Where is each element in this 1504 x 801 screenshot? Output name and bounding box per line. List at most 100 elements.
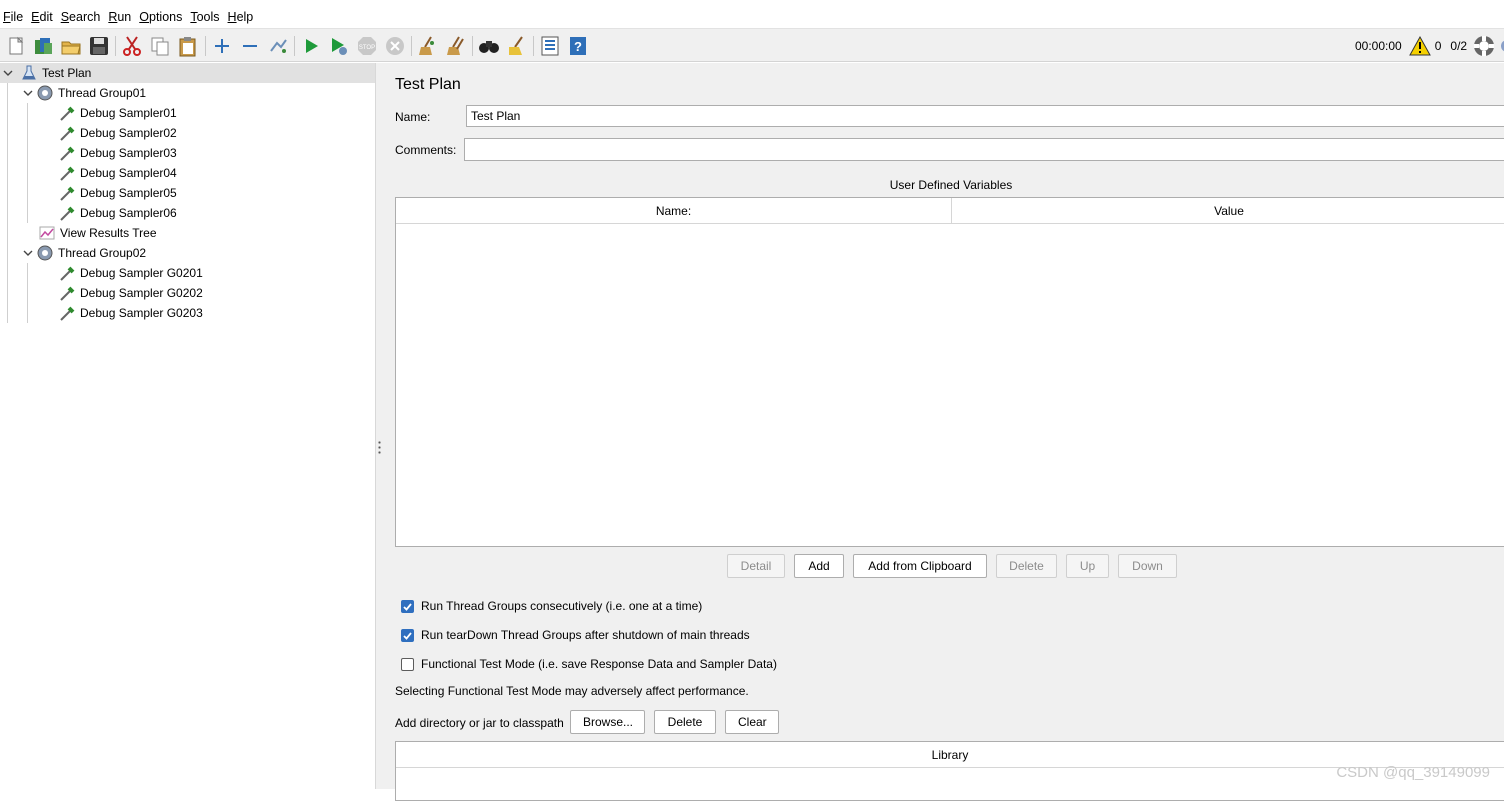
svg-text:STOP: STOP	[359, 45, 375, 51]
tree-label: Debug Sampler02	[80, 126, 177, 140]
reset-search-icon[interactable]	[505, 34, 529, 58]
svg-text:?: ?	[574, 39, 582, 54]
menu-edit-mnemonic: E	[31, 10, 40, 24]
classpath-label: Add directory or jar to classpath	[395, 716, 564, 730]
tree-label: Debug Sampler03	[80, 146, 177, 160]
tree-label: Thread Group02	[58, 246, 147, 260]
tree-label: Debug Sampler G0201	[80, 266, 203, 280]
tree-node-thread-group01[interactable]: Thread Group01	[20, 83, 146, 103]
menu-file-label: ile	[10, 10, 24, 24]
chevron-down-icon[interactable]	[20, 83, 36, 103]
run-consecutively-checkbox[interactable]: Run Thread Groups consecutively (i.e. on…	[401, 599, 702, 613]
help-icon[interactable]: ?	[566, 34, 590, 58]
menu-file-mnemonic: F	[3, 10, 11, 24]
column-header-value[interactable]: Value	[952, 198, 1504, 224]
elapsed-timer: 00:00:00	[1355, 39, 1402, 53]
menu-file[interactable]: File	[3, 10, 23, 24]
tree-node-debug-sampler-g0202[interactable]: Debug Sampler G0202	[58, 283, 203, 303]
copy-icon[interactable]	[148, 34, 172, 58]
tree-node-debug-sampler05[interactable]: Debug Sampler05	[58, 183, 177, 203]
tree-node-debug-sampler-g0201[interactable]: Debug Sampler G0201	[58, 263, 203, 283]
functional-test-mode-checkbox[interactable]: Functional Test Mode (i.e. save Response…	[401, 657, 777, 671]
toolbar-separator	[472, 36, 473, 56]
variables-table[interactable]: Name: Value	[395, 197, 1504, 547]
templates-icon[interactable]	[31, 34, 55, 58]
pipette-icon	[58, 304, 76, 322]
pipette-icon	[58, 264, 76, 282]
tree-node-thread-group02[interactable]: Thread Group02	[20, 243, 146, 263]
start-icon[interactable]	[299, 34, 323, 58]
menu-help-mnemonic: H	[227, 10, 237, 24]
drag-handle-icon	[378, 440, 381, 454]
remote-status-icon[interactable]	[1473, 35, 1495, 57]
menu-options[interactable]: Options	[139, 10, 182, 24]
menu-search[interactable]: Search	[61, 10, 101, 24]
tree-label: Debug Sampler G0203	[80, 306, 203, 320]
search-icon[interactable]	[477, 34, 501, 58]
clear-icon[interactable]	[416, 34, 440, 58]
menu-search-label: earch	[69, 10, 101, 24]
column-header-name[interactable]: Name:	[396, 198, 952, 224]
tree-node-debug-sampler06[interactable]: Debug Sampler06	[58, 203, 177, 223]
stop-icon[interactable]: STOP	[355, 34, 379, 58]
toggle-icon[interactable]	[266, 34, 290, 58]
function-helper-icon[interactable]	[538, 34, 562, 58]
menu-help[interactable]: Help	[228, 10, 254, 24]
collapse-icon[interactable]	[238, 34, 262, 58]
tree-node-test-plan[interactable]: Test Plan	[0, 63, 375, 83]
up-button[interactable]: Up	[1066, 554, 1109, 578]
menu-tools[interactable]: Tools	[190, 10, 219, 24]
test-plan-tree: Test Plan Thread Group01 Debug Sampler01…	[0, 63, 376, 789]
graph-icon	[38, 224, 56, 242]
checkmark-icon[interactable]	[401, 628, 414, 642]
tree-node-debug-sampler01[interactable]: Debug Sampler01	[58, 103, 177, 123]
menu-run[interactable]: Run	[108, 10, 131, 24]
tree-label: Debug Sampler04	[80, 166, 177, 180]
start-no-pauses-icon[interactable]	[327, 34, 351, 58]
test-plan-panel: Test Plan Name: Test Plan Comments: User…	[383, 63, 1504, 801]
chevron-down-icon[interactable]	[0, 63, 16, 83]
pipette-icon	[58, 164, 76, 182]
paste-icon[interactable]	[176, 34, 200, 58]
name-field[interactable]: Test Plan	[466, 105, 1504, 127]
tree-guide	[27, 103, 28, 223]
toolbar-separator	[205, 36, 206, 56]
toolbar: STOP ? 00:00:00 0 0/2	[0, 28, 1504, 62]
cut-icon[interactable]	[120, 34, 144, 58]
tree-label: Debug Sampler01	[80, 106, 177, 120]
tree-node-debug-sampler04[interactable]: Debug Sampler04	[58, 163, 177, 183]
tree-node-debug-sampler03[interactable]: Debug Sampler03	[58, 143, 177, 163]
status-area: 00:00:00 0 0/2	[1355, 29, 1504, 63]
menu-edit-label: dit	[39, 10, 53, 24]
flask-icon	[20, 64, 38, 82]
checkbox-label: Run tearDown Thread Groups after shutdow…	[421, 628, 750, 642]
open-icon[interactable]	[59, 34, 83, 58]
split-pane-divider[interactable]	[376, 63, 383, 789]
log-viewer-icon[interactable]	[1499, 35, 1504, 57]
clear-button[interactable]: Clear	[725, 710, 779, 734]
tree-node-view-results-tree[interactable]: View Results Tree	[38, 223, 157, 243]
checkbox-box[interactable]	[401, 657, 414, 671]
down-button[interactable]: Down	[1118, 554, 1177, 578]
add-button[interactable]: Add	[794, 554, 844, 578]
add-from-clipboard-button[interactable]: Add from Clipboard	[853, 554, 987, 578]
comments-field[interactable]	[464, 138, 1504, 161]
shutdown-icon[interactable]	[383, 34, 407, 58]
run-teardown-checkbox[interactable]: Run tearDown Thread Groups after shutdow…	[401, 628, 750, 642]
delete-button[interactable]: Delete	[996, 554, 1057, 578]
chevron-down-icon[interactable]	[20, 243, 36, 263]
browse-button[interactable]: Browse...	[570, 710, 645, 734]
detail-button[interactable]: Detail	[727, 554, 785, 578]
expand-icon[interactable]	[210, 34, 234, 58]
warning-icon[interactable]	[1408, 36, 1431, 56]
tree-node-debug-sampler02[interactable]: Debug Sampler02	[58, 123, 177, 143]
checkmark-icon[interactable]	[401, 599, 414, 613]
classpath-delete-button[interactable]: Delete	[654, 710, 716, 734]
save-icon[interactable]	[87, 34, 111, 58]
gear-icon	[36, 84, 54, 102]
new-icon[interactable]	[4, 34, 28, 58]
tree-label: Debug Sampler06	[80, 206, 177, 220]
menu-edit[interactable]: Edit	[31, 10, 53, 24]
tree-node-debug-sampler-g0203[interactable]: Debug Sampler G0203	[58, 303, 203, 323]
clear-all-icon[interactable]	[444, 34, 468, 58]
